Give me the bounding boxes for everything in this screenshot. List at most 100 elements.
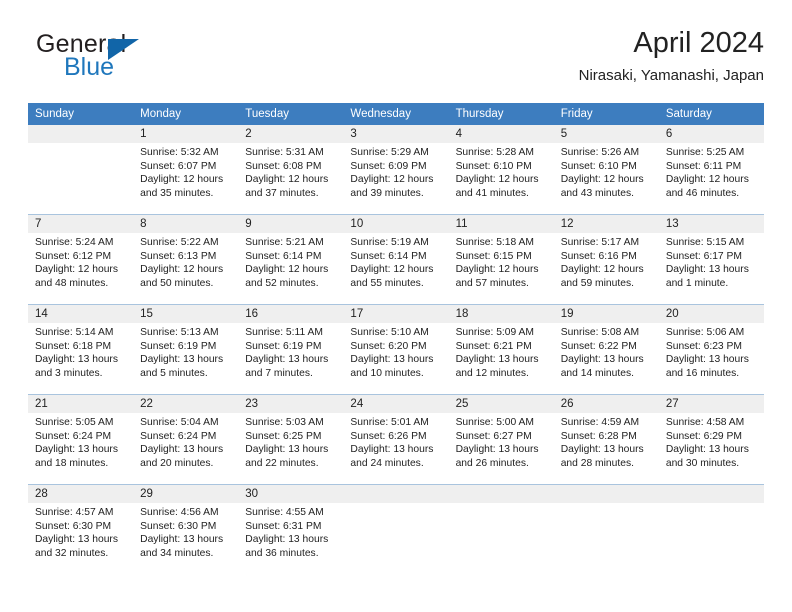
day-number[interactable] [554,485,659,503]
day-number[interactable]: 6 [659,125,764,143]
day-cell-line: Sunrise: 5:22 AM [140,237,219,248]
day-cell[interactable]: Sunrise: 5:17 AM Sunset: 6:16 PM Daylight:… [554,233,659,304]
day-cell[interactable]: Sunrise: 5:18 AM Sunset: 6:15 PM Daylight:… [449,233,554,304]
day-cell[interactable]: Sunrise: 5:32 AM Sunset: 6:07 PM Daylight:… [133,143,238,214]
day-number[interactable]: 9 [238,215,343,233]
day-number[interactable]: 7 [28,215,133,233]
day-cell-line: Daylight: 13 hours [665,264,749,276]
day-cell[interactable]: Sunrise: 4:56 AM Sunset: 6:30 PM Daylight:… [133,503,238,574]
day-cell[interactable]: Sunrise: 4:57 AM Sunset: 6:30 PM Daylight:… [28,503,133,574]
day-cell-line: Sunrise: 5:10 AM [350,327,429,338]
day-number[interactable]: 25 [449,395,554,413]
day-number[interactable] [449,485,554,503]
day-number[interactable]: 28 [28,485,133,503]
day-number[interactable]: 2 [238,125,343,143]
day-cell-line: and 46 minutes. [665,187,740,199]
day-cell[interactable]: Sunrise: 5:08 AM Sunset: 6:22 PM Daylight:… [554,323,659,394]
day-number[interactable]: 22 [133,395,238,413]
calendar-week-row: 21 22 23 24 25 26 27 Sunrise: 5:05 AM Sunset: 6:… [28,394,764,484]
day-number[interactable]: 23 [238,395,343,413]
day-number[interactable]: 27 [659,395,764,413]
day-number[interactable]: 1 [133,125,238,143]
day-number[interactable]: 16 [238,305,343,323]
day-cell-line: Daylight: 13 hours [245,444,329,456]
day-number[interactable] [659,485,764,503]
day-cell-line: Daylight: 13 hours [560,354,644,366]
day-number[interactable]: 21 [28,395,133,413]
day-cell-line: Sunset: 6:24 PM [140,430,217,442]
day-number[interactable]: 10 [343,215,448,233]
day-cell[interactable]: Sunrise: 4:55 AM Sunset: 6:31 PM Daylight:… [238,503,343,574]
day-cell[interactable]: Sunrise: 5:00 AM Sunset: 6:27 PM Daylight:… [449,413,554,484]
day-cell[interactable]: Sunrise: 5:13 AM Sunset: 6:19 PM Daylight:… [133,323,238,394]
day-cell[interactable]: Sunrise: 5:03 AM Sunset: 6:25 PM Daylight:… [238,413,343,484]
day-of-week-header-row: Sunday Monday Tuesday Wednesday Thursday Frid… [28,103,764,125]
day-cell[interactable]: Sunrise: 5:24 AM Sunset: 6:12 PM Daylight:… [28,233,133,304]
day-cell-line: Sunset: 6:09 PM [350,160,427,172]
day-cell-line: Sunrise: 5:06 AM [665,327,745,338]
day-cell-line: Daylight: 13 hours [140,444,224,456]
day-number[interactable]: 8 [133,215,238,233]
day-cell-line: Sunrise: 5:32 AM [140,147,219,158]
day-number[interactable]: 4 [449,125,554,143]
day-cell-line: Daylight: 12 hours [245,174,329,186]
day-cell[interactable]: Sunrise: 5:11 AM Sunset: 6:19 PM Daylight:… [238,323,343,394]
day-cell[interactable]: Sunrise: 5:05 AM Sunset: 6:24 PM Daylight:… [28,413,133,484]
day-number[interactable] [343,485,448,503]
day-number[interactable]: 14 [28,305,133,323]
day-cell[interactable]: Sunrise: 5:31 AM Sunset: 6:08 PM Daylight:… [238,143,343,214]
day-cell[interactable]: Sunrise: 5:10 AM Sunset: 6:20 PM Daylight:… [343,323,448,394]
general-blue-logo[interactable]: General Blue [36,30,246,92]
day-cell-line: Sunset: 6:08 PM [245,160,322,172]
day-cell[interactable]: Sunrise: 5:22 AM Sunset: 6:13 PM Daylight:… [133,233,238,304]
day-number[interactable]: 26 [554,395,659,413]
day-cell[interactable]: Sunrise: 4:59 AM Sunset: 6:28 PM Daylight:… [554,413,659,484]
day-cell[interactable]: Sunrise: 5:21 AM Sunset: 6:14 PM Daylight:… [238,233,343,304]
day-of-week-header-sunday: Sunday [35,108,75,120]
calendar-grid: Sunday Monday Tuesday Wednesday Thursday Frid… [28,103,764,574]
day-cell-line: Sunrise: 5:25 AM [665,147,745,158]
day-cell-line: Daylight: 13 hours [350,444,434,456]
day-cell[interactable]: Sunrise: 5:06 AM Sunset: 6:23 PM Daylight:… [659,323,764,394]
day-number[interactable]: 20 [659,305,764,323]
day-cell[interactable]: Sunrise: 5:26 AM Sunset: 6:10 PM Daylight:… [554,143,659,214]
day-cell[interactable]: Sunrise: 5:04 AM Sunset: 6:24 PM Daylight:… [133,413,238,484]
day-number[interactable]: 15 [133,305,238,323]
day-cell[interactable]: Sunrise: 5:15 AM Sunset: 6:17 PM Daylight:… [659,233,764,304]
day-cell-line: Sunset: 6:20 PM [350,340,427,352]
day-cell-line: Daylight: 13 hours [245,354,329,366]
day-cell-line: and 35 minutes. [140,187,214,199]
day-number[interactable]: 12 [554,215,659,233]
day-cell-line: and 36 minutes. [245,547,319,559]
day-number[interactable]: 11 [449,215,554,233]
day-cell[interactable]: Sunrise: 5:29 AM Sunset: 6:09 PM Daylight:… [343,143,448,214]
day-cell-line: Sunrise: 4:58 AM [665,417,745,428]
day-number[interactable]: 13 [659,215,764,233]
day-cell-line: Sunrise: 5:00 AM [455,417,534,428]
day-of-week-header-saturday: Saturday [665,108,712,120]
day-cell[interactable]: Sunrise: 5:28 AM Sunset: 6:10 PM Daylight:… [449,143,554,214]
day-number[interactable]: 5 [554,125,659,143]
day-cell[interactable]: Sunrise: 5:14 AM Sunset: 6:18 PM Daylight:… [28,323,133,394]
day-cell[interactable]: Sunrise: 4:58 AM Sunset: 6:29 PM Daylight:… [659,413,764,484]
day-cell-line: and 52 minutes. [245,277,319,289]
day-number[interactable]: 29 [133,485,238,503]
day-number[interactable]: 17 [343,305,448,323]
day-cell[interactable]: Sunrise: 5:01 AM Sunset: 6:26 PM Daylight:… [343,413,448,484]
calendar-week-row: 14 15 16 17 18 19 20 Sunrise: 5:14 AM Sunset: 6:… [28,304,764,394]
day-number[interactable]: 30 [238,485,343,503]
day-number[interactable]: 18 [449,305,554,323]
week-detail-row: Sunrise: 4:57 AM Sunset: 6:30 PM Daylight:… [28,503,764,574]
day-cell-line: Daylight: 12 hours [245,264,329,276]
title-block: April 2024 Nirasaki, Yamanashi, Japan [579,26,764,87]
day-number[interactable] [28,125,133,143]
day-number[interactable]: 19 [554,305,659,323]
day-cell[interactable]: Sunrise: 5:19 AM Sunset: 6:14 PM Daylight:… [343,233,448,304]
day-cell-line: Sunset: 6:21 PM [455,340,532,352]
day-cell[interactable]: Sunrise: 5:25 AM Sunset: 6:11 PM Daylight:… [659,143,764,214]
day-number[interactable]: 24 [343,395,448,413]
day-cell-line: and 18 minutes. [35,457,109,469]
day-cell[interactable]: Sunrise: 5:09 AM Sunset: 6:21 PM Daylight:… [449,323,554,394]
day-number[interactable]: 3 [343,125,448,143]
day-cell-line: and 57 minutes. [455,277,529,289]
